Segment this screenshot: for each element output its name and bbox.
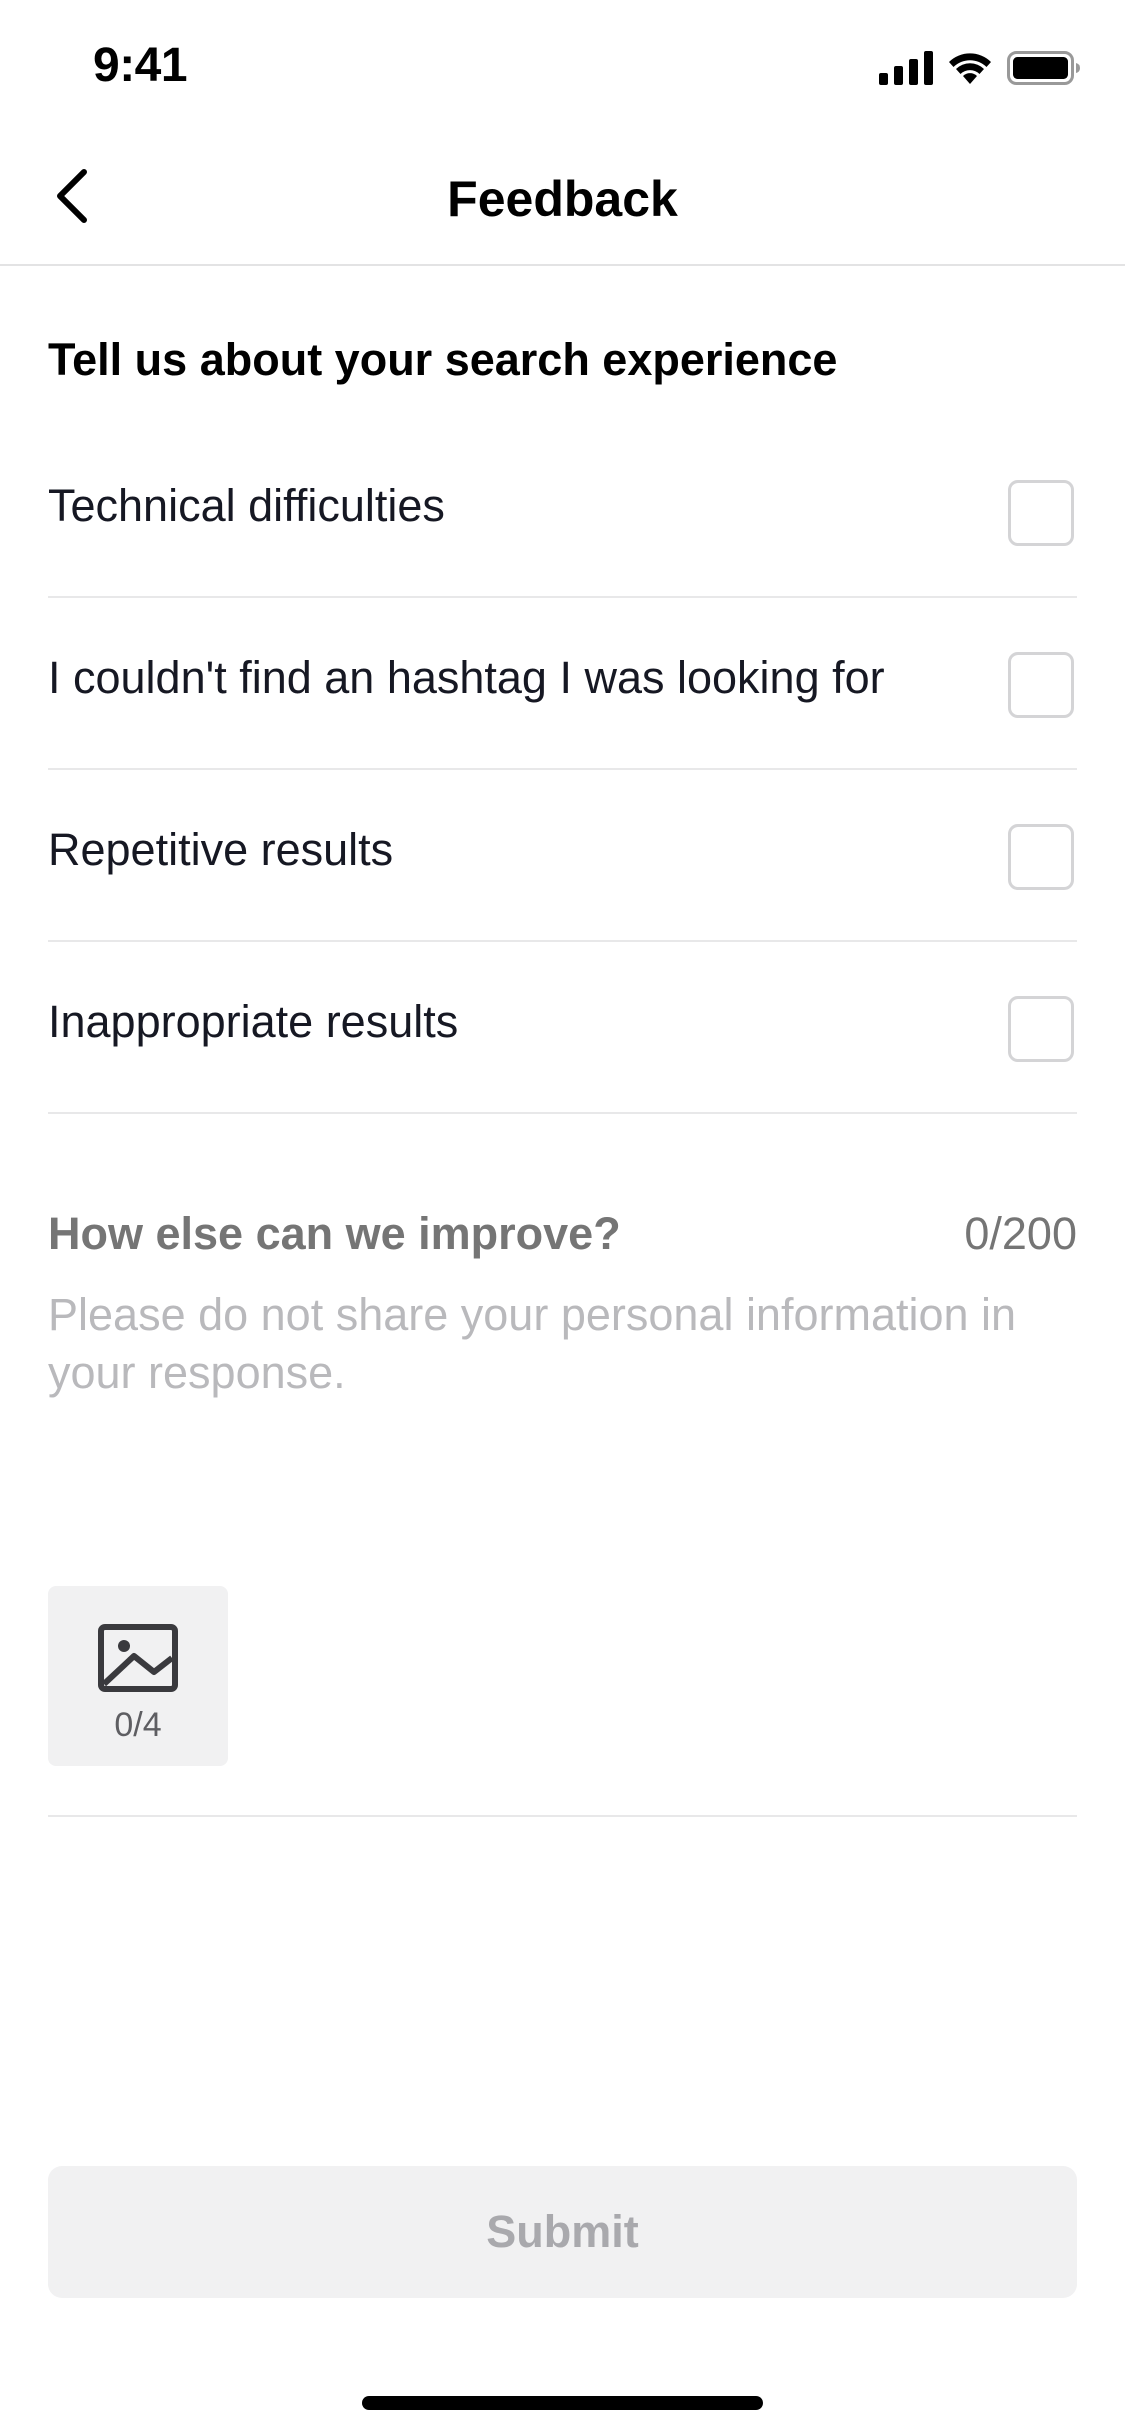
improve-label: How else can we improve?: [48, 1208, 621, 1259]
add-image-button[interactable]: 0/4: [48, 1586, 228, 1766]
nav-bar: Feedback: [0, 132, 1125, 266]
option-technical-difficulties[interactable]: Technical difficulties: [48, 426, 1077, 598]
cellular-signal-icon: [879, 51, 933, 85]
option-label: Technical difficulties: [48, 480, 445, 531]
image-count: 0/4: [114, 1706, 162, 1744]
image-icon: [98, 1624, 178, 1692]
option-checkbox[interactable]: [1008, 824, 1074, 890]
status-time: 9:41: [93, 39, 188, 92]
option-label: Inappropriate results: [48, 996, 459, 1047]
option-repetitive-results[interactable]: Repetitive results: [48, 770, 1077, 942]
character-counter: 0/200: [964, 1208, 1077, 1259]
option-hashtag-not-found[interactable]: I couldn't find an hashtag I was looking…: [48, 598, 1077, 770]
option-inappropriate-results[interactable]: Inappropriate results: [48, 942, 1077, 1114]
status-bar: 9:41: [0, 0, 1125, 132]
option-label: Repetitive results: [48, 824, 394, 875]
battery-icon: [1007, 51, 1081, 85]
option-checkbox[interactable]: [1008, 480, 1074, 546]
submit-button[interactable]: Submit: [48, 2166, 1077, 2298]
status-icons: [879, 48, 1081, 88]
section-title: Tell us about your search experience: [48, 334, 838, 385]
feedback-text-input[interactable]: [48, 1286, 1077, 1496]
page-title: Feedback: [447, 171, 678, 227]
wifi-icon: [947, 51, 993, 85]
option-label: I couldn't find an hashtag I was looking…: [48, 652, 885, 703]
option-checkbox[interactable]: [1008, 996, 1074, 1062]
option-checkbox[interactable]: [1008, 652, 1074, 718]
divider: [48, 1815, 1077, 1817]
home-indicator[interactable]: [362, 2396, 763, 2410]
feedback-options-list: Technical difficulties I couldn't find a…: [48, 426, 1077, 1114]
